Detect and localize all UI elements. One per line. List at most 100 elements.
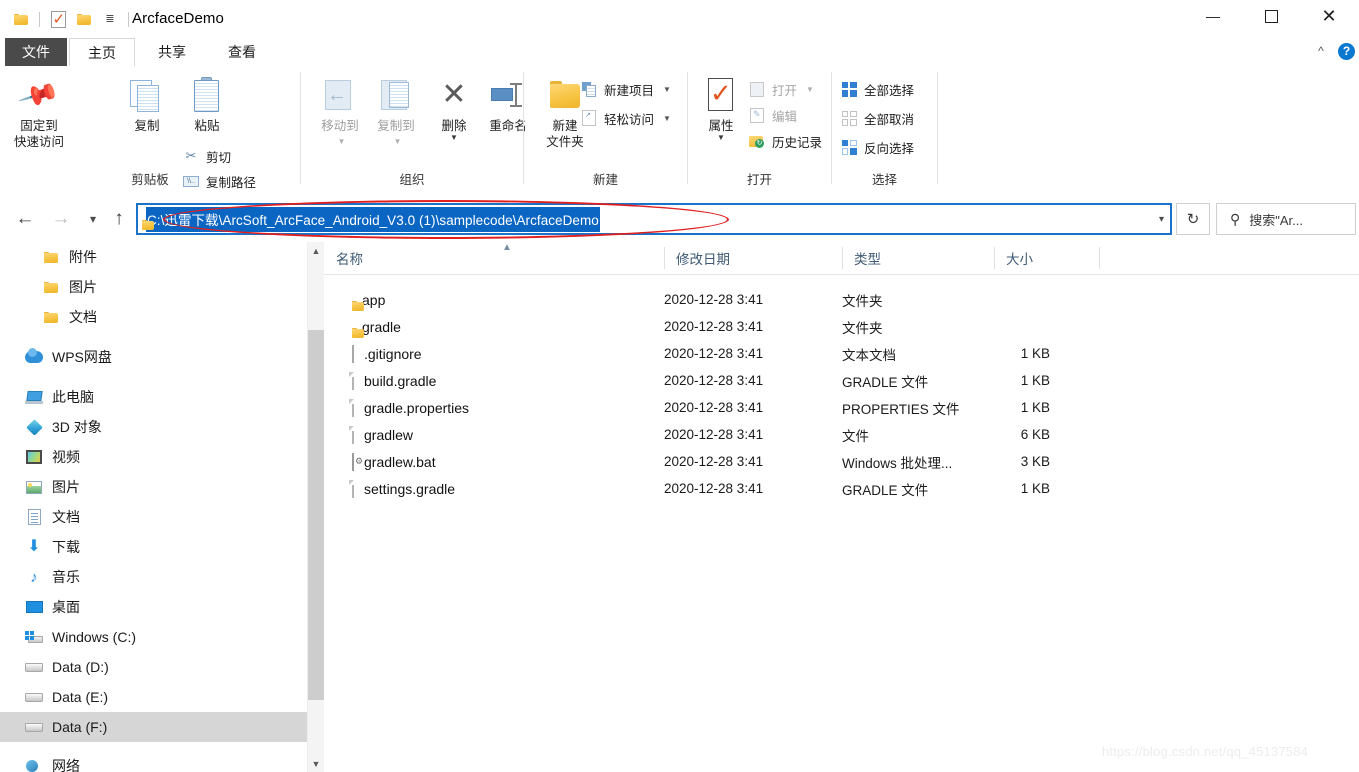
copy-to-button[interactable]: 复制到 ▼: [365, 72, 427, 150]
sidebar-item-music[interactable]: ♪ 音乐: [0, 562, 307, 592]
open-caret-icon[interactable]: ▼: [806, 85, 814, 94]
easy-access-caret-icon[interactable]: ▼: [663, 114, 671, 123]
sidebar-item-windows-c[interactable]: Windows (C:): [0, 622, 307, 652]
recent-locations-button[interactable]: ▾: [80, 206, 106, 232]
pin-icon: 📌: [17, 73, 61, 117]
history-button[interactable]: ↻ 历史记录: [748, 130, 822, 152]
new-item-caret-icon[interactable]: ▼: [663, 85, 671, 94]
table-row[interactable]: gradle 2020-12-28 3:41 文件夹: [324, 313, 1359, 340]
address-path-text[interactable]: C:\迅雷下载\ArcSoft_ArcFace_Android_V3.0 (1)…: [146, 206, 600, 232]
qat-customize-dropdown[interactable]: ≣: [97, 8, 123, 30]
table-row[interactable]: settings.gradle 2020-12-28 3:41 GRADLE 文…: [324, 475, 1359, 502]
ribbon-group-select: 全部选择 全部取消 反向选择 选择: [832, 66, 937, 194]
table-row[interactable]: ⚙ gradlew.bat 2020-12-28 3:41 Windows 批处…: [324, 448, 1359, 475]
scroll-down-button[interactable]: ▼: [308, 755, 324, 772]
maximize-button[interactable]: [1248, 0, 1294, 32]
ribbon-group-open: ✓ 属性 ▼ 打开 ▼ ✎ 编辑 ↻ 历史记录 打开: [688, 66, 831, 194]
new-folder-label-line2: 文件夹: [546, 135, 584, 149]
pin-to-quick-access-button[interactable]: 📌 固定到 快速访问: [8, 72, 70, 150]
column-header-size[interactable]: 大小: [994, 242, 1099, 274]
edit-button[interactable]: ✎ 编辑: [748, 104, 797, 126]
delete-button[interactable]: ✕ 删除 ▼: [423, 72, 485, 142]
column-header-type[interactable]: 类型: [842, 242, 994, 274]
cloud-icon: [23, 348, 45, 363]
copy-to-caret-icon[interactable]: ▼: [394, 134, 402, 150]
close-button[interactable]: ✕: [1306, 0, 1352, 32]
sidebar-item-pictures[interactable]: 图片: [0, 472, 307, 502]
column-header-name[interactable]: 名称: [324, 242, 664, 274]
file-name-cell: .gitignore: [352, 344, 422, 363]
delete-caret-icon[interactable]: ▼: [450, 134, 458, 142]
new-item-icon: [580, 80, 598, 98]
table-row[interactable]: app 2020-12-28 3:41 文件夹: [324, 286, 1359, 313]
navigation-pane-scrollbar[interactable]: ▲ ▼: [307, 242, 324, 772]
select-all-button[interactable]: 全部选择: [840, 78, 914, 100]
sidebar-item-documents-qa[interactable]: 文档: [0, 302, 307, 332]
tab-view[interactable]: 查看: [209, 38, 275, 66]
file-date-cell: 2020-12-28 3:41: [664, 454, 764, 469]
copy-button[interactable]: 复制: [116, 72, 178, 134]
table-row[interactable]: build.gradle 2020-12-28 3:41 GRADLE 文件 1…: [324, 367, 1359, 394]
help-button[interactable]: ?: [1338, 43, 1355, 60]
sidebar-item-attachments[interactable]: 附件: [0, 242, 307, 272]
move-to-caret-icon[interactable]: ▼: [338, 134, 346, 150]
window-title: ArcfaceDemo: [132, 10, 224, 27]
sidebar-item-downloads[interactable]: ⬇ 下载: [0, 532, 307, 562]
refresh-button[interactable]: ↻: [1176, 203, 1210, 235]
sidebar-item-3d-objects[interactable]: 3D 对象: [0, 412, 307, 442]
properties-button[interactable]: ✓ 属性 ▼: [690, 72, 752, 142]
easy-access-button[interactable]: ↗ 轻松访问 ▼: [580, 107, 671, 129]
tab-file[interactable]: 文件: [5, 38, 67, 66]
properties-caret-icon[interactable]: ▼: [717, 134, 725, 142]
search-box[interactable]: ⚲ 搜索"Ar...: [1216, 203, 1356, 235]
select-all-icon: [840, 80, 858, 98]
file-name-cell: build.gradle: [352, 371, 436, 390]
paste-button[interactable]: 粘贴: [176, 72, 238, 134]
scrollbar-thumb[interactable]: [308, 330, 324, 700]
sidebar-item-data-d[interactable]: Data (D:): [0, 652, 307, 682]
table-row[interactable]: gradlew 2020-12-28 3:41 文件 6 KB: [324, 421, 1359, 448]
ribbon-divider-5: [937, 72, 938, 184]
move-to-button[interactable]: ← 移动到 ▼: [309, 72, 371, 150]
file-name-cell: ⚙ gradlew.bat: [352, 452, 436, 471]
cut-button[interactable]: ✂ 剪切: [182, 145, 231, 167]
scroll-up-button[interactable]: ▲: [308, 242, 324, 259]
navigation-pane: 附件 图片 文档 WPS网盘 此电脑 3D 对象 视频 图片 文档 ⬇ 下载 ♪…: [0, 242, 307, 772]
sidebar-item-pictures-qa[interactable]: 图片: [0, 272, 307, 302]
sidebar-item-data-f[interactable]: Data (F:): [0, 712, 307, 742]
new-item-button[interactable]: 新建项目 ▼: [580, 78, 671, 100]
address-bar[interactable]: C:\迅雷下载\ArcSoft_ArcFace_Android_V3.0 (1)…: [136, 203, 1172, 235]
invert-selection-icon: [840, 138, 858, 156]
column-header-date[interactable]: 修改日期: [664, 242, 842, 274]
up-button[interactable]: ↑: [106, 206, 132, 232]
sidebar-item-videos[interactable]: 视频: [0, 442, 307, 472]
new-folder-icon: [548, 72, 582, 118]
table-row[interactable]: .gitignore 2020-12-28 3:41 文本文档 1 KB: [324, 340, 1359, 367]
sidebar-item-network[interactable]: 网络: [0, 751, 307, 772]
sidebar-item-this-pc[interactable]: 此电脑: [0, 382, 307, 412]
file-date-cell: 2020-12-28 3:41: [664, 481, 764, 496]
minimize-button[interactable]: —: [1190, 0, 1236, 32]
sort-indicator-icon: ▲: [502, 242, 512, 253]
ribbon-collapse-icon[interactable]: ^: [1312, 42, 1330, 60]
forward-button[interactable]: →: [48, 206, 74, 232]
tab-share[interactable]: 共享: [139, 38, 205, 66]
column-divider-4[interactable]: [1099, 247, 1100, 269]
address-dropdown-icon[interactable]: ▾: [1159, 214, 1164, 225]
file-size-cell: 6 KB: [1020, 427, 1050, 442]
tab-home[interactable]: 主页: [69, 38, 135, 66]
open-button[interactable]: 打开 ▼: [748, 78, 814, 100]
invert-selection-button[interactable]: 反向选择: [840, 136, 914, 158]
back-button[interactable]: ←: [12, 206, 38, 232]
sidebar-item-desktop[interactable]: 桌面: [0, 592, 307, 622]
sidebar-item-documents[interactable]: 文档: [0, 502, 307, 532]
qat-folder-icon[interactable]: [8, 8, 34, 30]
qat-properties-icon[interactable]: ✓: [45, 8, 71, 30]
qat-new-folder-icon[interactable]: [71, 8, 97, 30]
sidebar-item-data-e[interactable]: Data (E:): [0, 682, 307, 712]
generic-file-icon: [352, 479, 354, 498]
qat-divider: [39, 11, 40, 27]
sidebar-item-wps-cloud[interactable]: WPS网盘: [0, 342, 307, 372]
select-none-button[interactable]: 全部取消: [840, 107, 914, 129]
table-row[interactable]: gradle.properties 2020-12-28 3:41 PROPER…: [324, 394, 1359, 421]
